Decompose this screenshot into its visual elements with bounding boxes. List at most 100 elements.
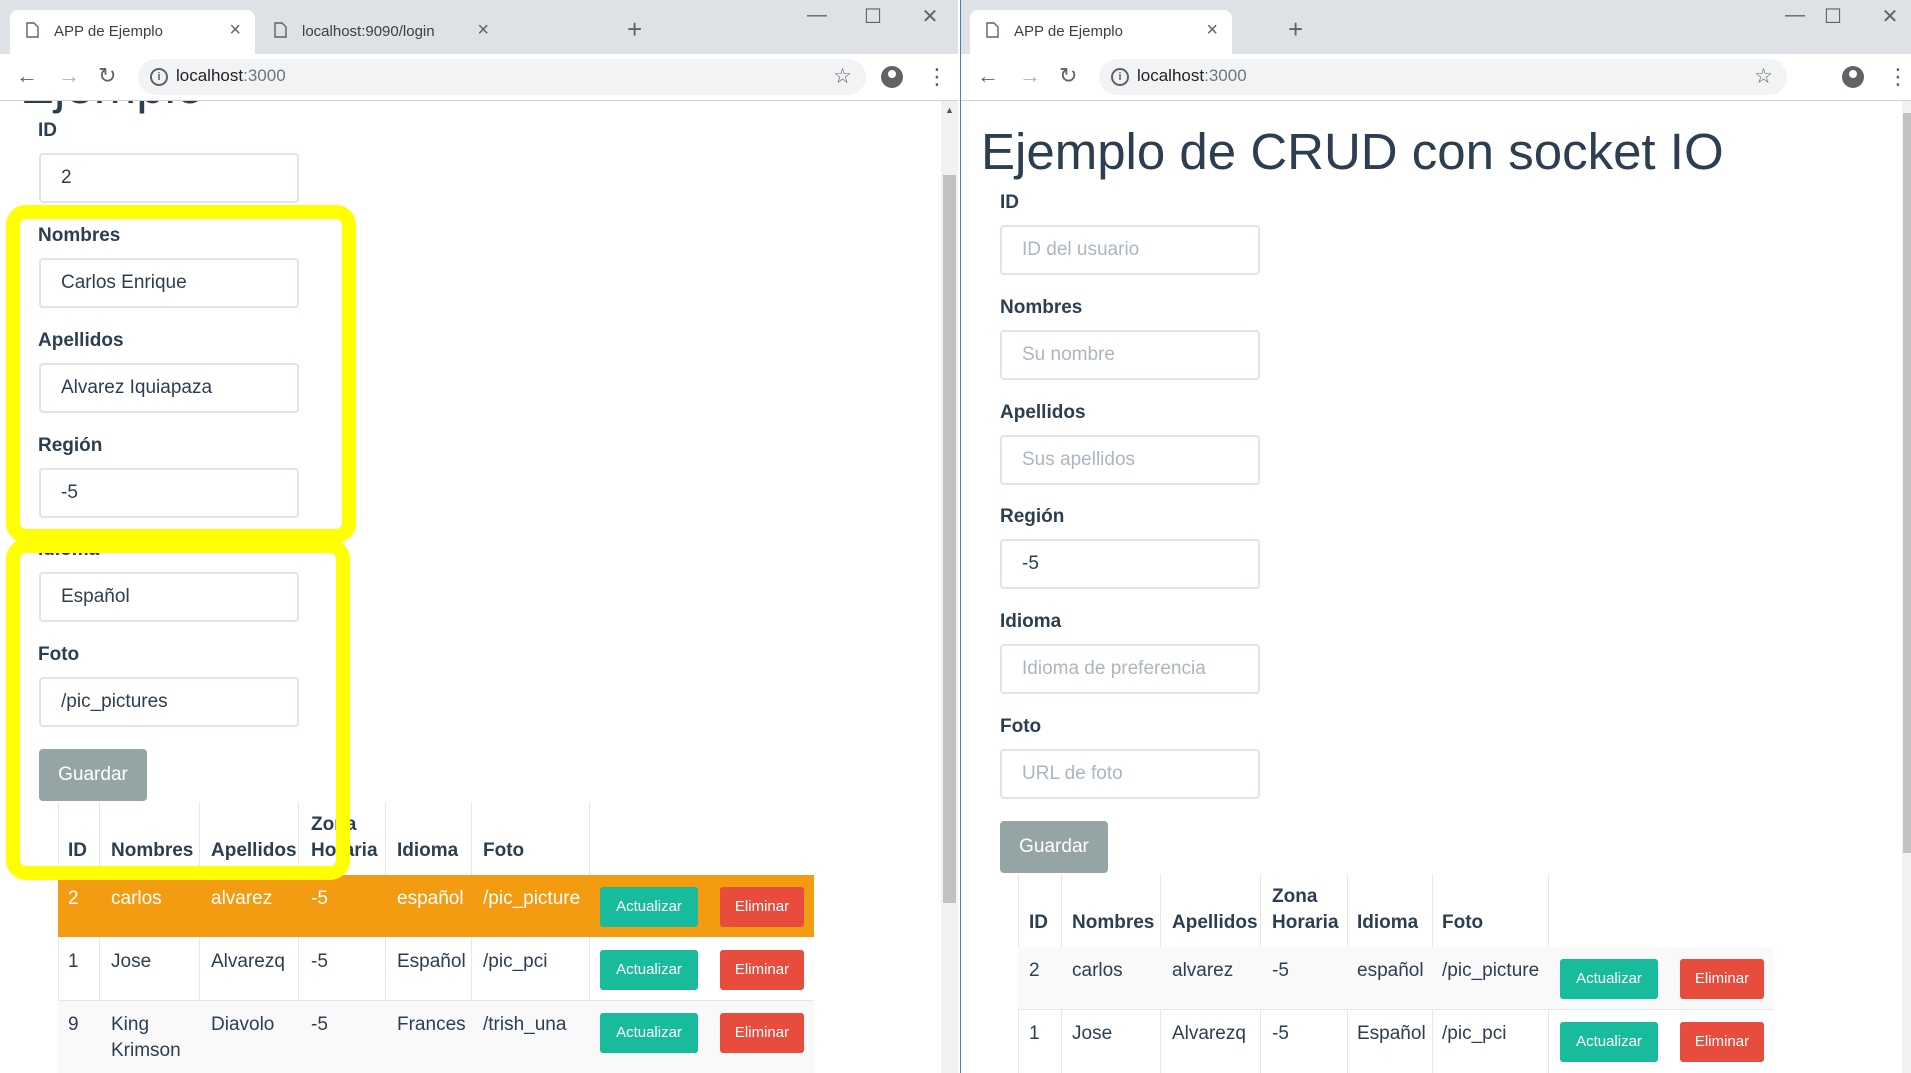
arrow-right-icon[interactable]: → <box>58 63 80 89</box>
apellidos-input[interactable]: Sus apellidos <box>1000 435 1260 485</box>
region-input[interactable]: -5 <box>39 468 299 518</box>
browser-window-right: APP de Ejemplo × + — ☐ ✕ ← → ↻ i localho… <box>960 0 1911 1073</box>
foto-input[interactable]: URL de foto <box>1000 749 1260 799</box>
minimize-icon[interactable]: — <box>1775 4 1815 27</box>
cell-nombres: King <box>111 1014 150 1035</box>
update-button[interactable]: Actualizar <box>1560 1022 1658 1062</box>
cell-apellidos: alvarez <box>1172 960 1234 981</box>
nombres-label: Nombres <box>38 225 121 246</box>
scrollbar[interactable]: ▲ <box>941 101 958 1073</box>
cell-zona: -5 <box>1272 960 1289 981</box>
account-icon[interactable] <box>881 66 903 88</box>
foto-input[interactable]: /pic_pictures <box>39 677 299 727</box>
id-input[interactable]: ID del usuario <box>1000 225 1260 275</box>
nombres-label: Nombres <box>1000 297 1083 318</box>
tab-title: APP de Ejemplo <box>1014 23 1123 40</box>
tab-title: APP de Ejemplo <box>54 23 163 40</box>
scrollbar-thumb[interactable] <box>1903 113 1911 853</box>
maximize-icon[interactable]: ☐ <box>853 4 893 29</box>
header-zona: Zona <box>1272 886 1318 907</box>
cell-id: 1 <box>1029 1023 1040 1044</box>
header-zona: Zona <box>311 814 357 835</box>
scrollbar[interactable] <box>1902 101 1911 1073</box>
close-window-icon[interactable]: ✕ <box>910 4 950 29</box>
update-button[interactable]: Actualizar <box>600 887 698 927</box>
apellidos-label: Apellidos <box>38 330 124 351</box>
info-icon[interactable]: i <box>150 68 168 86</box>
idioma-input[interactable]: Español <box>39 572 299 622</box>
apellidos-input[interactable]: Alvarez Iquiapaza <box>39 363 299 413</box>
delete-button[interactable]: Eliminar <box>720 950 804 990</box>
arrow-left-icon[interactable]: ← <box>16 63 38 89</box>
idioma-label: Idioma <box>38 539 100 560</box>
cell-zona: -5 <box>311 951 328 972</box>
page-content: Ejemplo de CRUD con socket IO ID ID del … <box>961 101 1911 1073</box>
maximize-icon[interactable]: ☐ <box>1813 4 1853 29</box>
kebab-menu-icon[interactable]: ⋮ <box>1887 64 1909 90</box>
tab-localhost-login[interactable]: localhost:9090/login × <box>258 10 503 54</box>
foto-label: Foto <box>1000 716 1042 737</box>
kebab-menu-icon[interactable]: ⋮ <box>926 64 948 90</box>
save-button[interactable]: Guardar <box>1000 821 1108 873</box>
star-icon[interactable]: ☆ <box>833 64 852 89</box>
region-label: Región <box>1000 506 1065 527</box>
delete-button[interactable]: Eliminar <box>1680 1022 1764 1062</box>
cell-idioma: español <box>1357 960 1424 981</box>
address-bar[interactable]: i localhost:3000 ☆ <box>1099 59 1787 95</box>
arrow-right-icon[interactable]: → <box>1019 63 1041 89</box>
update-button[interactable]: Actualizar <box>600 950 698 990</box>
account-icon[interactable] <box>1842 66 1864 88</box>
id-label: ID <box>1000 192 1019 213</box>
scrollbar-thumb[interactable] <box>943 175 956 903</box>
star-icon[interactable]: ☆ <box>1754 64 1773 89</box>
cell-zona: -5 <box>311 1014 328 1035</box>
cell-nombres: carlos <box>1072 960 1123 981</box>
cell-foto: /pic_picture <box>1442 960 1540 981</box>
idioma-input[interactable]: Idioma de preferencia <box>1000 644 1260 694</box>
close-tab-icon[interactable]: × <box>477 19 489 42</box>
address-bar[interactable]: i localhost:3000 ☆ <box>138 59 866 95</box>
tab-title: localhost:9090/login <box>302 23 435 40</box>
update-button[interactable]: Actualizar <box>600 1013 698 1053</box>
header-foto: Foto <box>483 840 525 861</box>
page-content: Ejemplo ID 2 Nombres Carlos Enrique Apel… <box>0 101 958 1073</box>
cell-nombres: Jose <box>111 951 152 972</box>
nombres-input[interactable]: Su nombre <box>1000 330 1260 380</box>
arrow-left-icon[interactable]: ← <box>977 63 999 89</box>
header-id: ID <box>68 840 87 861</box>
close-tab-icon[interactable]: × <box>229 19 241 42</box>
region-label: Región <box>38 435 103 456</box>
idioma-label: Idioma <box>1000 611 1062 632</box>
save-button[interactable]: Guardar <box>39 749 147 801</box>
info-icon[interactable]: i <box>1111 68 1129 86</box>
cell-nombres-line2: Krimson <box>111 1040 181 1061</box>
nombres-input[interactable]: Carlos Enrique <box>39 258 299 308</box>
header-id: ID <box>1029 912 1048 933</box>
delete-button[interactable]: Eliminar <box>720 1013 804 1053</box>
tab-app-de-ejemplo[interactable]: APP de Ejemplo × <box>970 10 1232 54</box>
update-button[interactable]: Actualizar <box>1560 959 1658 999</box>
new-tab-button[interactable]: + <box>627 14 642 45</box>
reload-icon[interactable]: ↻ <box>98 63 116 89</box>
cell-idioma: Frances <box>397 1014 466 1035</box>
header-idioma: Idioma <box>397 840 459 861</box>
page-icon <box>274 22 287 38</box>
new-tab-button[interactable]: + <box>1288 14 1303 45</box>
delete-button[interactable]: Eliminar <box>720 887 804 927</box>
header-idioma: Idioma <box>1357 912 1419 933</box>
page-title: Ejemplo de CRUD con socket IO <box>981 123 1724 180</box>
cell-apellidos: Diavolo <box>211 1014 275 1035</box>
scroll-up-icon[interactable]: ▲ <box>945 105 954 115</box>
close-tab-icon[interactable]: × <box>1206 19 1218 42</box>
region-input[interactable]: -5 <box>1000 539 1260 589</box>
cell-zona: -5 <box>311 888 328 909</box>
close-window-icon[interactable]: ✕ <box>1870 4 1910 29</box>
tab-app-de-ejemplo[interactable]: APP de Ejemplo × <box>10 10 255 54</box>
minimize-icon[interactable]: — <box>797 4 837 27</box>
id-input[interactable]: 2 <box>39 153 299 203</box>
reload-icon[interactable]: ↻ <box>1059 63 1077 89</box>
cell-foto: /pic_pci <box>483 951 548 972</box>
cell-apellidos: Alvarezq <box>1172 1023 1246 1044</box>
header-apellidos: Apellidos <box>211 840 297 861</box>
delete-button[interactable]: Eliminar <box>1680 959 1764 999</box>
